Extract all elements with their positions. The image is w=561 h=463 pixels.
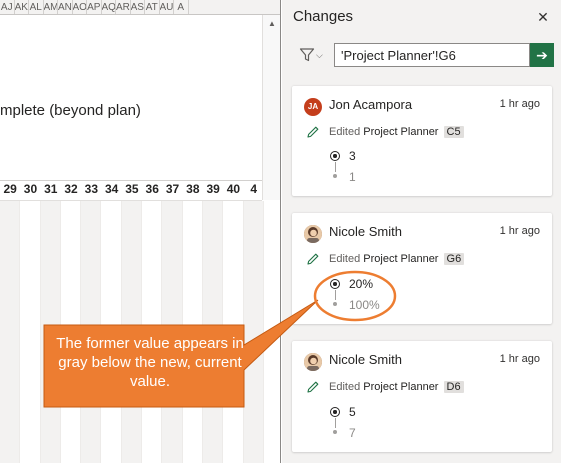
cell-reference[interactable]: C5	[443, 126, 464, 138]
author-name: Nicole Smith	[329, 224, 402, 239]
change-card[interactable]: Nicole Smith 1 hr ago Edited Project Pla…	[292, 213, 552, 324]
old-value: 7	[349, 426, 356, 440]
old-value-marker	[333, 302, 337, 306]
pencil-icon	[307, 253, 319, 265]
old-value: 1	[349, 170, 356, 184]
chevron-up-icon[interactable]: ▲	[263, 17, 280, 31]
column-header[interactable]: AQ	[102, 0, 116, 14]
avatar	[304, 225, 322, 243]
column-header[interactable]: AU	[160, 0, 174, 14]
avatar: JA	[304, 98, 322, 116]
timeline-connector	[334, 162, 336, 172]
change-description: Edited Project Planner D6	[329, 381, 464, 393]
sheet-name: Project Planner	[363, 253, 439, 265]
gantt-column	[20, 201, 41, 463]
gantt-column	[162, 201, 183, 463]
change-description: Edited Project Planner C5	[329, 126, 464, 138]
gantt-column	[243, 201, 264, 463]
column-header[interactable]: AM	[44, 0, 58, 14]
day-number[interactable]: 40	[223, 181, 243, 197]
gantt-column	[202, 201, 224, 463]
old-value-marker	[333, 430, 337, 434]
pencil-icon	[307, 381, 319, 393]
action-verb: Edited	[329, 126, 361, 138]
pane-title: Changes	[293, 8, 354, 25]
new-value: 20%	[349, 277, 374, 291]
day-number[interactable]: 30	[20, 181, 40, 197]
pencil-icon	[307, 126, 319, 138]
arrow-right-icon[interactable]: ➔	[530, 43, 554, 67]
close-icon[interactable]: ✕	[535, 9, 551, 25]
day-number[interactable]: 34	[101, 181, 121, 197]
author-name: Nicole Smith	[329, 352, 402, 367]
sheet-name: Project Planner	[363, 126, 439, 138]
gantt-column	[121, 201, 143, 463]
column-header[interactable]: AT	[145, 0, 160, 14]
timestamp: 1 hr ago	[499, 225, 540, 237]
timestamp: 1 hr ago	[499, 98, 540, 110]
column-header[interactable]: AO	[73, 0, 87, 14]
change-card[interactable]: JA Jon Acampora 1 hr ago Edited Project …	[292, 86, 552, 196]
day-number[interactable]: 32	[61, 181, 81, 197]
day-number[interactable]: 29	[0, 181, 20, 197]
day-number[interactable]: 36	[142, 181, 162, 197]
spreadsheet-area[interactable]: AJ AK AL AM AN AO AP AQ AR AS AT AU A ▲ …	[0, 0, 281, 463]
action-verb: Edited	[329, 253, 361, 265]
day-number[interactable]: 37	[162, 181, 182, 197]
gantt-column	[40, 201, 61, 463]
new-value: 3	[349, 149, 356, 163]
gantt-column	[142, 201, 163, 463]
chevron-down-icon: ⌵	[316, 49, 323, 60]
gantt-column	[81, 201, 102, 463]
filter-button[interactable]: ⌵	[299, 44, 325, 66]
day-number[interactable]: 4	[244, 181, 264, 197]
gantt-column	[0, 201, 21, 463]
column-header[interactable]: AL	[29, 0, 44, 14]
day-number[interactable]: 35	[122, 181, 142, 197]
new-value: 5	[349, 405, 356, 419]
day-number[interactable]: 33	[81, 181, 101, 197]
day-number-row: 29 30 31 32 33 34 35 36 37 38 39 40 4	[0, 180, 262, 197]
column-header[interactable]: AP	[87, 0, 102, 14]
column-header[interactable]: AN	[58, 0, 73, 14]
column-header[interactable]: A	[174, 0, 189, 14]
change-card[interactable]: Nicole Smith 1 hr ago Edited Project Pla…	[292, 341, 552, 452]
column-header[interactable]: AS	[131, 0, 145, 14]
timeline-connector	[334, 290, 336, 300]
column-header[interactable]: AR	[116, 0, 131, 14]
callout-text: The former value appears in gray below t…	[56, 335, 244, 390]
change-description: Edited Project Planner G6	[329, 253, 465, 265]
cell-reference[interactable]: G6	[443, 253, 465, 265]
timestamp: 1 hr ago	[499, 353, 540, 365]
old-value: 100%	[349, 298, 380, 312]
column-header[interactable]: AJ	[0, 0, 15, 14]
person-photo-icon	[304, 353, 322, 371]
avatar	[304, 353, 322, 371]
new-value-marker	[330, 407, 340, 417]
sheet-name: Project Planner	[363, 381, 439, 393]
gantt-column	[60, 201, 82, 463]
column-header[interactable]: AK	[15, 0, 29, 14]
day-number[interactable]: 31	[41, 181, 61, 197]
cell-text[interactable]: mplete (beyond plan)	[0, 102, 141, 119]
new-value-marker	[330, 151, 340, 161]
column-header-row: AJ AK AL AM AN AO AP AQ AR AS AT AU A	[0, 0, 280, 15]
gantt-column	[223, 201, 244, 463]
author-name: Jon Acampora	[329, 97, 413, 112]
filter-range-input[interactable]	[334, 43, 530, 67]
action-verb: Edited	[329, 381, 361, 393]
old-value-marker	[333, 174, 337, 178]
cell-reference[interactable]: D6	[443, 381, 464, 393]
day-number[interactable]: 39	[203, 181, 223, 197]
changes-pane: Changes ✕ ⌵ ➔ JA Jon Acampora 1 hr ago E…	[282, 0, 561, 463]
filter-icon	[299, 48, 315, 62]
vertical-scrollbar[interactable]: ▲	[262, 15, 280, 200]
person-photo-icon	[304, 225, 322, 243]
gantt-column	[101, 201, 122, 463]
new-value-marker	[330, 279, 340, 289]
timeline-connector	[334, 418, 336, 428]
day-number[interactable]: 38	[183, 181, 203, 197]
gantt-grid[interactable]	[0, 200, 264, 463]
gantt-column	[182, 201, 203, 463]
